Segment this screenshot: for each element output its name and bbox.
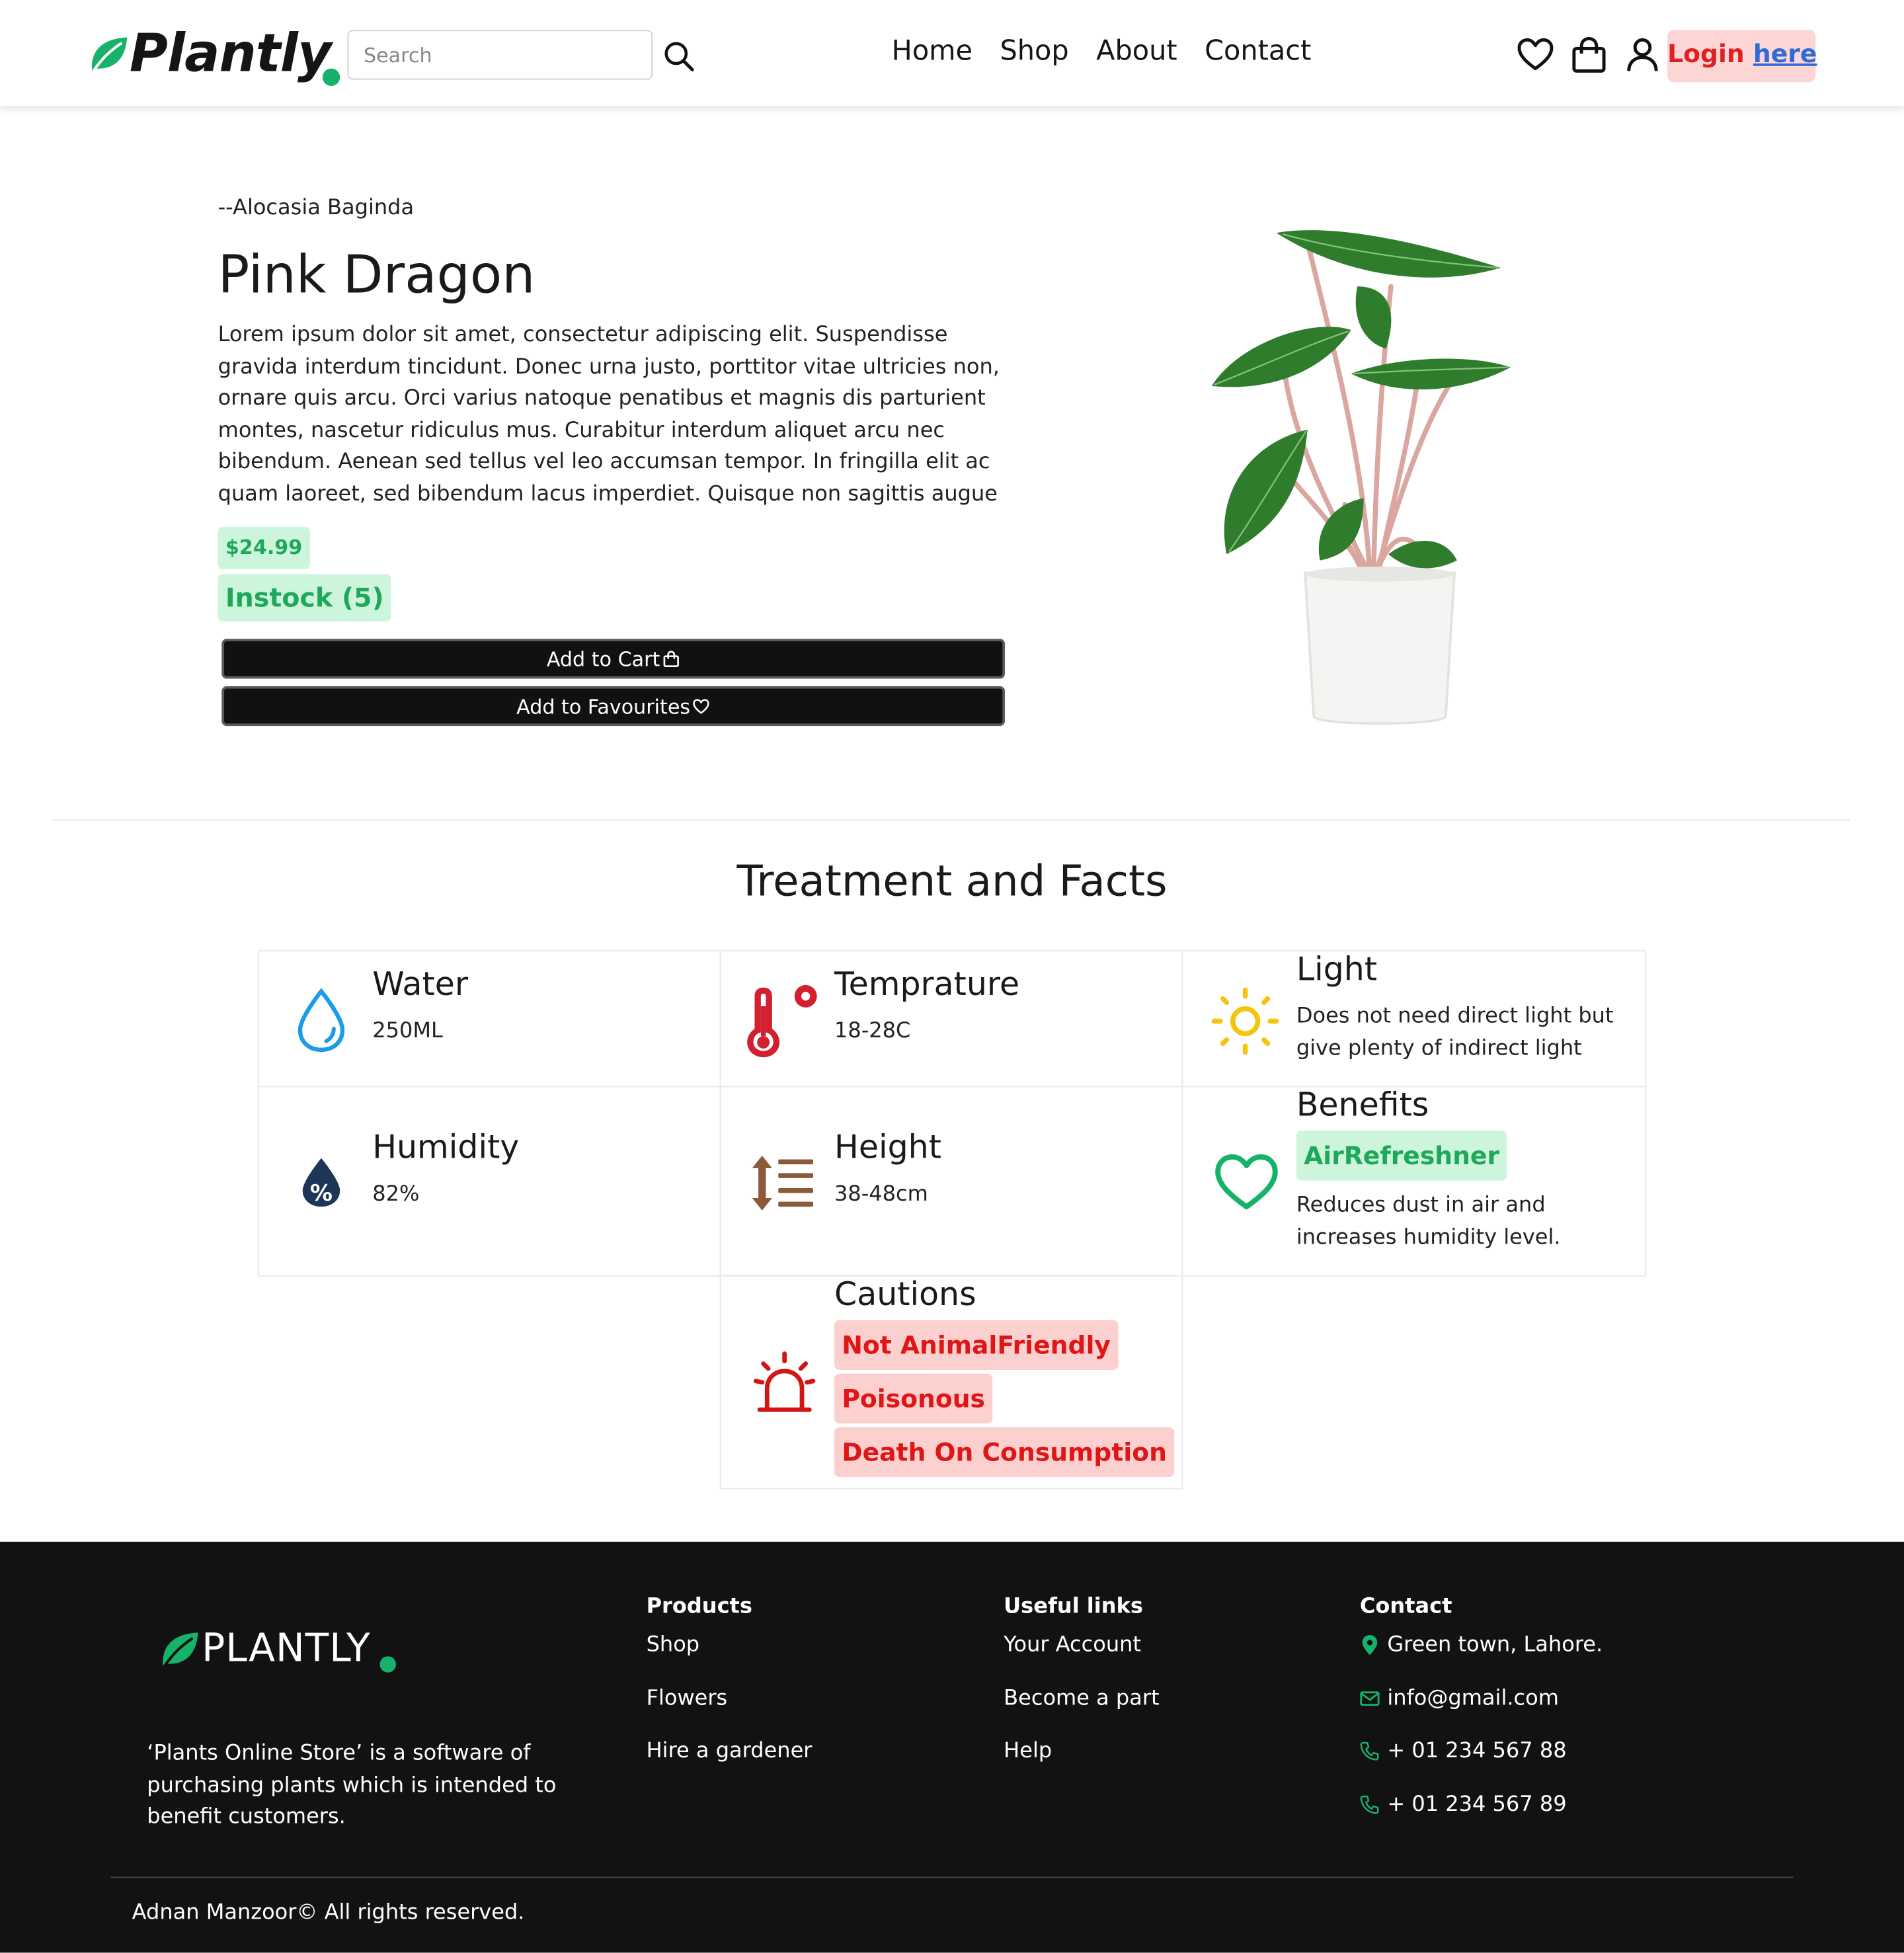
caution-tag-not-animal-friendly: Not AnimalFriendly xyxy=(834,1320,1119,1370)
top-navbar: Plantly Home Shop About Contact Login he… xyxy=(0,0,1904,106)
height-value: 38-48cm xyxy=(834,1181,928,1207)
contact-phone-2[interactable]: + 01 234 567 89 xyxy=(1360,1792,1567,1817)
height-card: Height 38-48cm xyxy=(719,1086,1183,1277)
water-drop-icon xyxy=(298,988,345,1053)
nav-contact[interactable]: Contact xyxy=(1205,36,1311,67)
water-title: Water xyxy=(372,966,468,1004)
humidity-card: % Humidity 82% xyxy=(257,1086,721,1277)
contact-phone-1-text: + 01 234 567 88 xyxy=(1387,1738,1567,1764)
products-heading: Products xyxy=(646,1594,752,1619)
contact-address: Green town, Lahore. xyxy=(1360,1632,1603,1657)
add-to-favourites-label: Add to Favourites xyxy=(516,694,691,718)
mail-icon xyxy=(1360,1691,1380,1706)
brand-dot xyxy=(379,1656,396,1673)
benefits-value: Reduces dust in air and increases humidi… xyxy=(1296,1193,1561,1250)
user-icon[interactable] xyxy=(1624,35,1661,75)
temperature-card: Temprature 18-28C xyxy=(719,950,1183,1088)
footer-brand-name: PLANTLY xyxy=(202,1626,371,1671)
benefit-tag: AirRefreshner xyxy=(1296,1131,1507,1181)
humidity-title: Humidity xyxy=(372,1129,520,1167)
caution-tag-death: Death On Consumption xyxy=(834,1427,1175,1477)
product-name: Pink Dragon xyxy=(218,244,536,305)
footer-link-hire-gardener[interactable]: Hire a gardener xyxy=(647,1739,813,1764)
login-here-link[interactable]: here xyxy=(1753,38,1817,68)
species-name: --Alocasia Baginda xyxy=(218,195,415,221)
benefits-title: Benefits xyxy=(1296,1087,1429,1125)
footer-link-become-part[interactable]: Become a part xyxy=(1004,1686,1159,1711)
leaf-icon xyxy=(91,37,128,73)
heart-icon xyxy=(1215,1154,1278,1210)
brand-name: Plantly xyxy=(129,22,332,84)
plant-image xyxy=(1211,230,1511,725)
footer-about: ‘Plants Online Store’ is a software of p… xyxy=(147,1741,557,1830)
cautions-title: Cautions xyxy=(834,1276,976,1314)
heart-icon[interactable] xyxy=(1517,35,1554,75)
nav-shop[interactable]: Shop xyxy=(1000,36,1068,67)
bag-icon xyxy=(663,651,679,668)
cautions-card: Cautions Not AnimalFriendly Poisonous De… xyxy=(719,1275,1183,1490)
login-label: Login xyxy=(1667,38,1745,69)
contact-email[interactable]: info@gmail.com xyxy=(1360,1686,1559,1711)
contact-heading: Contact xyxy=(1359,1594,1452,1619)
bag-icon[interactable] xyxy=(1570,35,1608,75)
main-nav: Home Shop About Contact xyxy=(892,36,1312,67)
heart-icon xyxy=(693,699,710,714)
benefits-card: Benefits AirRefreshner Reduces dust in a… xyxy=(1181,1086,1647,1277)
add-to-cart-button[interactable]: Add to Cart xyxy=(221,639,1006,679)
add-to-favourites-button[interactable]: Add to Favourites xyxy=(221,686,1006,727)
copyright-text: Adnan Manzoor© All rights reserved. xyxy=(132,1900,525,1926)
caution-tag-poisonous: Poisonous xyxy=(834,1373,993,1423)
humidity-value: 82% xyxy=(372,1181,420,1207)
contact-phone-2-text: + 01 234 567 89 xyxy=(1387,1792,1567,1817)
svg-text:%: % xyxy=(310,1180,333,1206)
price-badge: $24.99 xyxy=(218,526,310,569)
section-divider xyxy=(52,819,1851,821)
height-icon xyxy=(752,1155,813,1211)
stock-badge: Instock (5) xyxy=(218,574,391,621)
contact-phone-1[interactable]: + 01 234 567 88 xyxy=(1360,1738,1567,1764)
temperature-title: Temprature xyxy=(834,966,1020,1004)
light-title: Light xyxy=(1296,951,1378,989)
alarm-siren-icon xyxy=(753,1351,816,1412)
water-card: Water 250ML xyxy=(257,950,721,1088)
footer-divider xyxy=(110,1876,1794,1878)
nav-home[interactable]: Home xyxy=(892,36,972,67)
height-title: Height xyxy=(834,1129,941,1167)
footer-link-your-account[interactable]: Your Account xyxy=(1004,1632,1141,1657)
login-button[interactable]: Login here xyxy=(1667,30,1817,83)
light-card: Light Does not need direct light but giv… xyxy=(1181,950,1647,1088)
brand-dot xyxy=(322,68,340,86)
light-value: Does not need direct light but give plen… xyxy=(1296,1004,1614,1060)
temperature-value: 18-28C xyxy=(834,1018,911,1044)
footer-logo[interactable]: PLANTLY xyxy=(158,1626,396,1677)
search-input[interactable] xyxy=(347,30,653,80)
useful-links-heading: Useful links xyxy=(1004,1594,1143,1619)
product-page: Plantly Home Shop About Contact Login he… xyxy=(0,0,1904,1953)
phone-icon xyxy=(1360,1741,1379,1761)
footer-link-flowers[interactable]: Flowers xyxy=(647,1686,728,1711)
humidity-drop-icon: % xyxy=(302,1158,340,1207)
footer-link-shop[interactable]: Shop xyxy=(647,1632,700,1657)
site-footer: PLANTLY ‘Plants Online Store’ is a softw… xyxy=(0,1541,1904,1953)
add-to-cart-label: Add to Cart xyxy=(546,647,660,671)
water-value: 250ML xyxy=(372,1018,443,1044)
contact-address-text: Green town, Lahore. xyxy=(1387,1632,1603,1658)
contact-email-text: info@gmail.com xyxy=(1387,1686,1559,1712)
leaf-icon xyxy=(163,1632,198,1668)
thermometer-icon xyxy=(747,984,817,1058)
product-description: Lorem ipsum dolor sit amet, consectetur … xyxy=(218,322,1000,506)
location-pin-icon xyxy=(1362,1635,1378,1655)
sun-icon xyxy=(1211,987,1279,1055)
facts-section-title: Treatment and Facts xyxy=(736,856,1168,907)
footer-link-help[interactable]: Help xyxy=(1004,1739,1052,1764)
search-icon[interactable] xyxy=(662,38,695,73)
phone-icon xyxy=(1360,1795,1379,1814)
nav-about[interactable]: About xyxy=(1096,36,1177,67)
